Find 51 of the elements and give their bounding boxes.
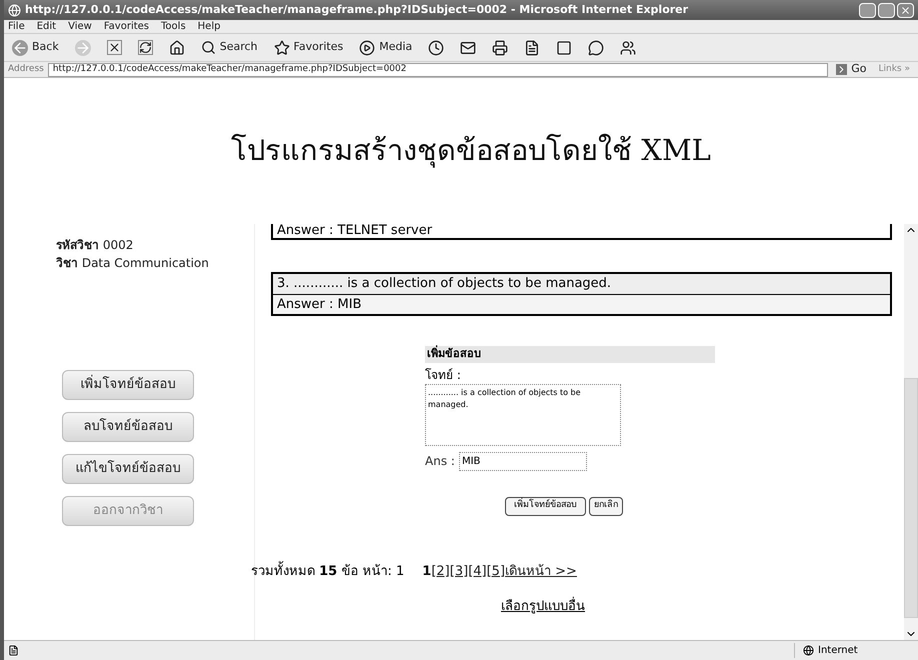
- page-link[interactable]: [3]: [450, 562, 468, 581]
- page-link[interactable]: [5]: [486, 562, 506, 581]
- action-button[interactable]: ลบโจทย์ข้อสอบ: [62, 412, 194, 442]
- address-field[interactable]: http://127.0.0.1/codeAccess/makeTeacher/manageframe.php?IDSubject=0002: [48, 62, 828, 76]
- subject-info: รหัสวิชา 0002: [56, 237, 134, 254]
- question-label: โจทย์ :: [425, 366, 462, 384]
- page-link[interactable]: 1: [422, 562, 432, 581]
- address-label: Address: [8, 62, 44, 76]
- menu-item[interactable]: Tools: [161, 19, 186, 34]
- page-icon: [8, 645, 19, 656]
- answer-row: Answer : MIB: [273, 294, 890, 314]
- play-icon: [359, 40, 376, 56]
- menu-item[interactable]: View: [68, 19, 92, 34]
- next-page-link[interactable]: เดินหน้า >>: [505, 562, 577, 581]
- star-icon: [274, 40, 290, 56]
- answer-label: Ans :: [425, 453, 455, 470]
- zone-label: Internet: [818, 644, 858, 658]
- form-heading: เพิ่มข้อสอบ: [425, 346, 715, 362]
- search-icon: [200, 40, 216, 55]
- page-title: โปรแกรมสร้างชุดข้อสอบโดยใช้ XML: [231, 132, 711, 170]
- menu-item[interactable]: Help: [198, 19, 220, 34]
- scrollbar[interactable]: [904, 224, 918, 640]
- close-icon: [900, 4, 911, 16]
- subject-info: วิชา Data Communication: [56, 255, 210, 272]
- window-title: http://127.0.0.1/codeAccess/makeTeacher/manageframe.php?IDSubject=0002 - Microsoft Internet Explorer: [25, 2, 688, 18]
- go-button[interactable]: Go: [832, 61, 870, 78]
- page-link[interactable]: [4]: [468, 562, 487, 581]
- action-button[interactable]: แก้ไขโจทย์ข้อสอบ: [62, 454, 194, 484]
- menu-item[interactable]: Edit: [36, 19, 56, 34]
- answer-row: Answer : TELNET server: [271, 224, 892, 240]
- answer-field[interactable]: MIB: [458, 452, 587, 470]
- favorites-button[interactable]: Favorites: [270, 39, 348, 56]
- minimize-button[interactable]: [859, 2, 876, 18]
- scroll-thumb[interactable]: [904, 378, 918, 618]
- cancel-button[interactable]: ยกเลิก: [589, 496, 623, 516]
- globe-icon: [8, 4, 21, 16]
- question-field[interactable]: ............ is a collection of objects to be managed.: [425, 384, 621, 446]
- other-format-link[interactable]: เลือกรูปแบบอื่น: [501, 597, 585, 616]
- back-button[interactable]: Back: [8, 39, 63, 56]
- menu-item[interactable]: Favorites: [104, 19, 150, 34]
- media-button[interactable]: Media: [355, 39, 416, 56]
- search-button[interactable]: Search: [196, 39, 262, 56]
- add-question-button[interactable]: เพิ่มโจทย์ข้อสอบ: [505, 496, 586, 516]
- question-row: 3. ............ is a collection of objects to be managed.: [273, 274, 890, 294]
- menu-item[interactable]: File: [8, 19, 25, 34]
- action-button[interactable]: เพิ่มโจทย์ข้อสอบ: [62, 370, 194, 400]
- close-button[interactable]: [897, 2, 914, 18]
- pagination-summary: รวมทั้งหมด 15 ข้อ หน้า: 1: [251, 562, 404, 581]
- maximize-button[interactable]: [878, 2, 895, 18]
- page-link[interactable]: [2]: [431, 562, 450, 581]
- globe-icon: [803, 645, 814, 656]
